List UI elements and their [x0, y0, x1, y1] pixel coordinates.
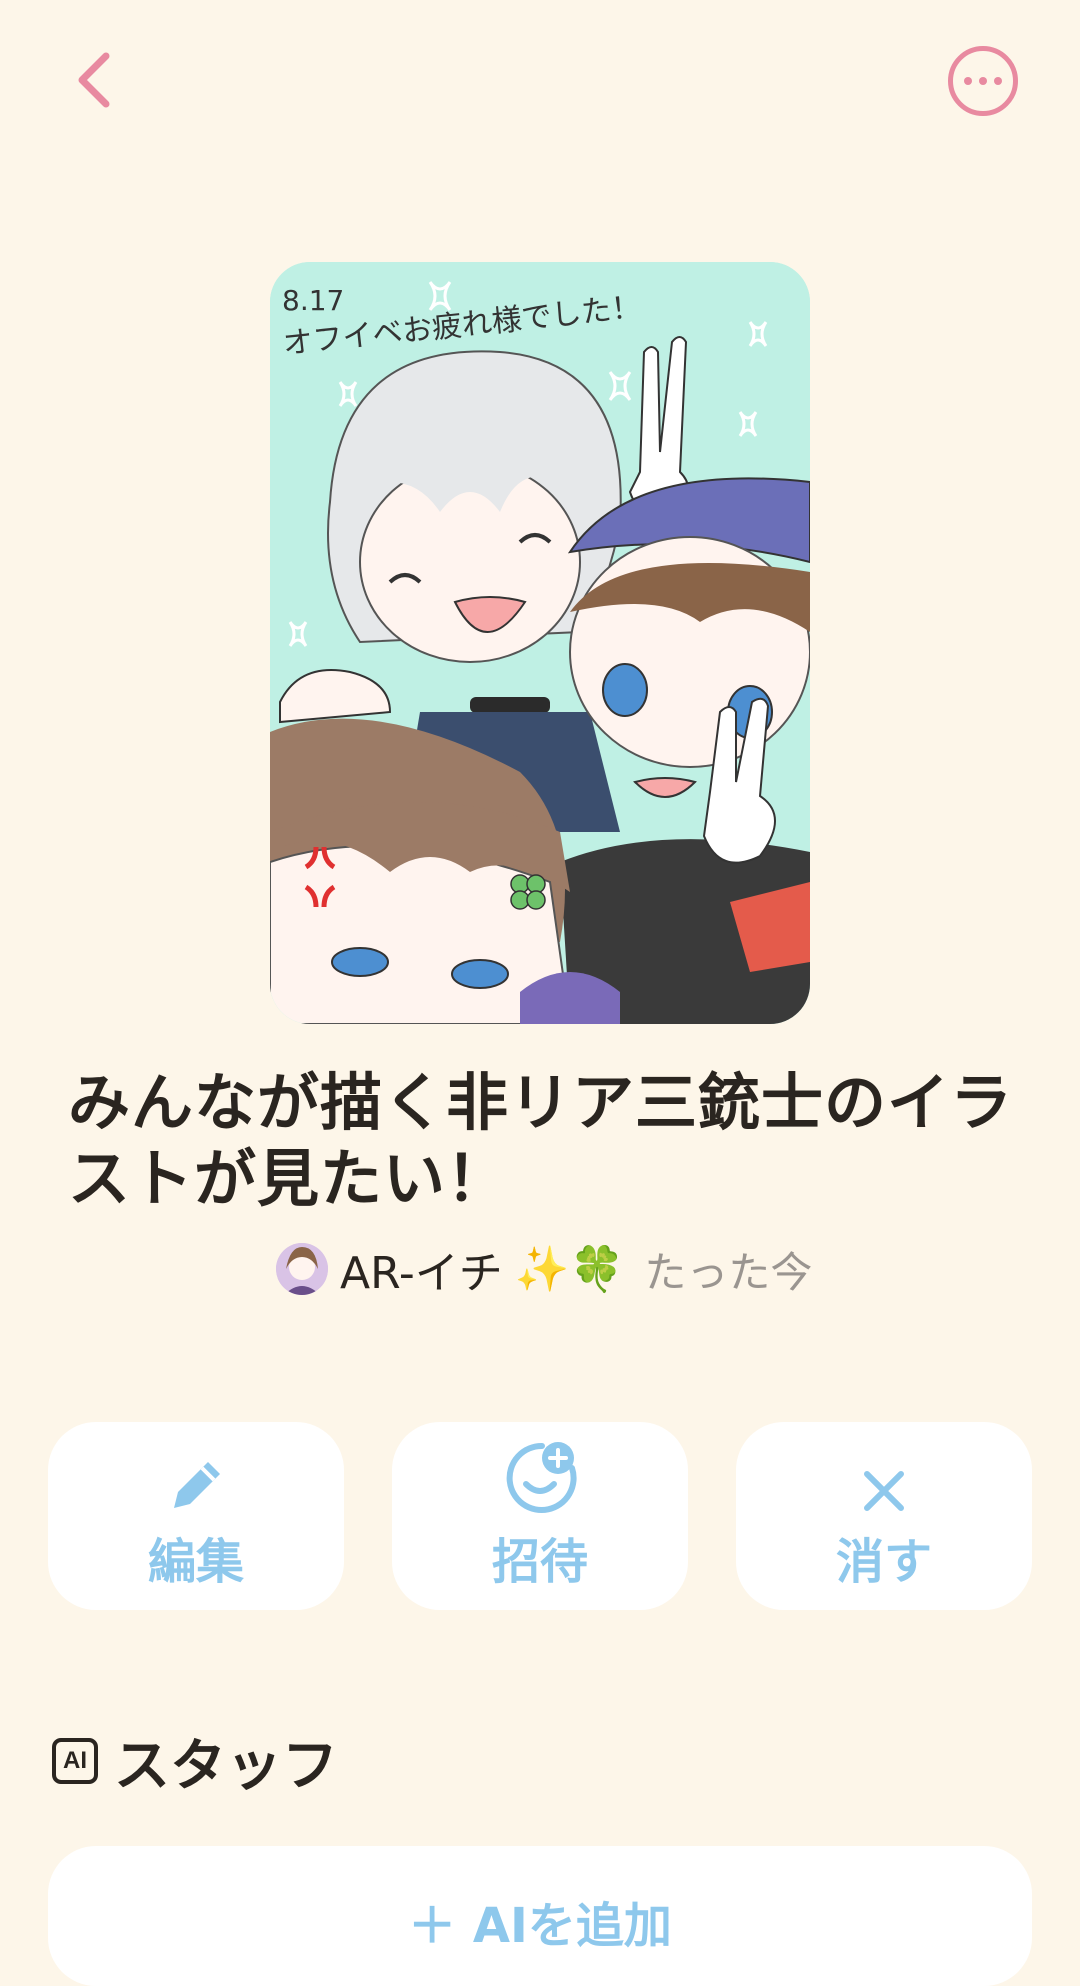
- author-name[interactable]: AR-イチ: [340, 1237, 503, 1301]
- delete-button[interactable]: 消す: [736, 1422, 1032, 1610]
- staff-title: スタッフ: [114, 1733, 338, 1799]
- post-meta: AR-イチ ✨🍀 たった今: [276, 1236, 812, 1302]
- staff-section-header: AI スタッフ: [52, 1726, 338, 1799]
- illustration-image: 8.17 オフイベお疲れ様でした！: [270, 262, 810, 1024]
- post-time: たった今: [644, 1247, 813, 1297]
- post-title: みんなが描く非リア三銃士のイラストが見たい！: [68, 1066, 1014, 1215]
- back-button[interactable]: [62, 40, 126, 120]
- pencil-icon: [174, 1462, 220, 1508]
- invite-label: 招待: [491, 1534, 588, 1590]
- delete-label: 消す: [835, 1534, 932, 1590]
- cover-caption-date: 8.17: [282, 284, 344, 317]
- author-emoji: ✨🍀: [514, 1244, 625, 1295]
- invite-button[interactable]: 招待: [392, 1422, 688, 1610]
- author-avatar[interactable]: [276, 1243, 328, 1295]
- cover-illustration[interactable]: 8.17 オフイベお疲れ様でした！: [270, 262, 810, 1024]
- add-ai-label: ＋ AIを追加: [408, 1898, 672, 1954]
- close-icon: [864, 1471, 904, 1511]
- edit-label: 編集: [147, 1534, 244, 1590]
- chevron-left-icon: [78, 52, 110, 108]
- edit-button[interactable]: 編集: [48, 1422, 344, 1610]
- more-options-button[interactable]: [948, 46, 1018, 116]
- more-horizontal-icon: [964, 77, 972, 85]
- invite-icon: [506, 1442, 577, 1513]
- action-bar: 編集 招待 消す: [48, 1422, 1032, 1610]
- add-ai-button[interactable]: ＋ AIを追加: [48, 1846, 1032, 1986]
- ai-badge-icon: AI: [52, 1738, 98, 1784]
